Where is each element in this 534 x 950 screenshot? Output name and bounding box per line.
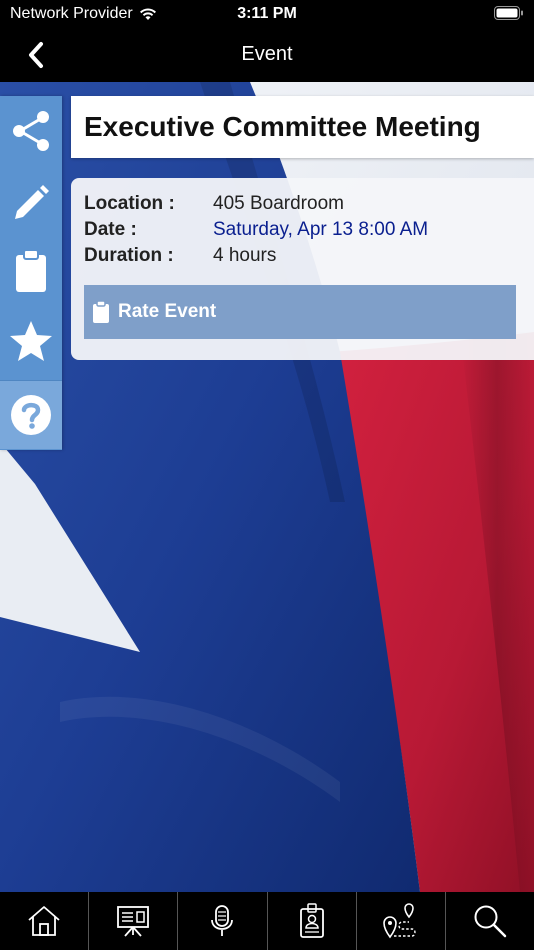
date-value[interactable]: Saturday, Apr 13 8:00 AM: [213, 219, 428, 241]
nav-title: Event: [241, 43, 293, 65]
tab-maps[interactable]: [357, 892, 446, 950]
status-time: 3:11 PM: [237, 5, 297, 22]
event-title-card: Executive Committee Meeting: [71, 96, 534, 158]
duration-value: 4 hours: [213, 245, 277, 266]
help-icon: [11, 395, 51, 435]
tab-schedule[interactable]: [89, 892, 179, 950]
tab-home[interactable]: [0, 892, 90, 950]
rate-event-label: Rate Event: [118, 301, 217, 322]
navigation-bar: Event: [0, 28, 534, 82]
clipboard-icon: [16, 249, 46, 292]
map-route-icon: [382, 903, 416, 939]
rate-event-button[interactable]: Rate Event: [84, 285, 516, 339]
event-title: Executive Committee Meeting: [84, 111, 481, 142]
home-icon: [28, 906, 60, 936]
date-label: Date :: [84, 219, 137, 240]
side-action-rail: [0, 96, 62, 450]
event-details-card: Location : 405 Boardroom Date : Saturday…: [71, 178, 534, 360]
id-badge-icon: [299, 903, 324, 938]
help-button[interactable]: [0, 380, 62, 449]
share-icon: [13, 111, 49, 151]
location-value: 405 Boardroom: [213, 193, 344, 214]
pencil-icon: [15, 185, 49, 219]
star-icon: [10, 321, 52, 361]
status-bar: Network Provider 3:11 PM: [0, 0, 534, 28]
battery-icon: [494, 6, 523, 20]
bottom-tab-bar: [0, 892, 534, 950]
favorite-button[interactable]: [0, 306, 62, 376]
tab-speakers[interactable]: [178, 892, 268, 950]
presentation-board-icon: [117, 906, 150, 937]
microphone-icon: [211, 905, 234, 936]
share-button[interactable]: [0, 96, 62, 166]
notes-button[interactable]: [0, 236, 62, 306]
location-label: Location :: [84, 193, 175, 214]
tab-attendees[interactable]: [268, 892, 357, 950]
duration-label: Duration :: [84, 245, 174, 266]
edit-button[interactable]: [0, 166, 62, 236]
clipboard-icon: [93, 300, 109, 323]
search-icon: [474, 905, 507, 938]
tab-search[interactable]: [446, 892, 534, 950]
